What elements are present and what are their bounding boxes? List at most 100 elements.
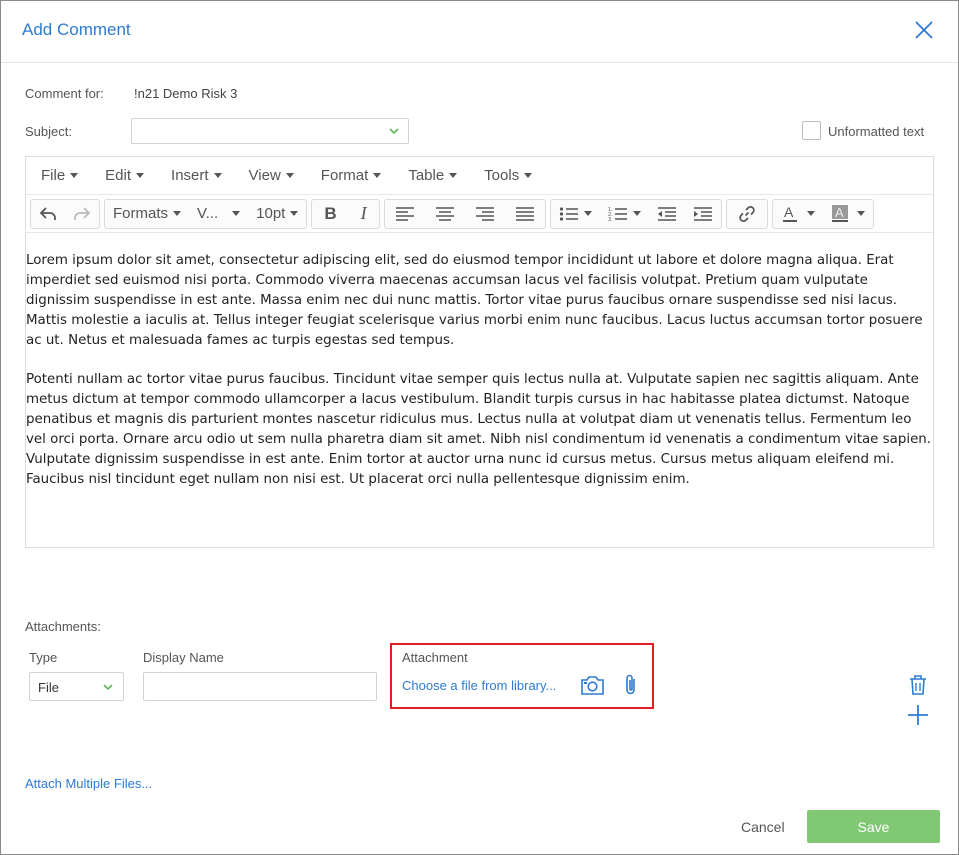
format-select-group: Formats V... 10pt <box>104 198 308 229</box>
editor-paragraph-2: Potenti nullam ac tortor vitae purus fau… <box>26 372 932 487</box>
font-size-label: 10pt <box>256 205 286 222</box>
redo-button[interactable] <box>65 200 99 228</box>
link-icon <box>738 205 755 222</box>
insert-link-button[interactable] <box>727 200 767 228</box>
camera-button[interactable] <box>580 674 605 701</box>
unformatted-text-label: Unformatted text <box>828 124 925 139</box>
caret-down-icon <box>213 173 222 178</box>
attachment-type-value: File <box>38 680 59 695</box>
attach-multiple-files-link[interactable]: Attach Multiple Files... <box>25 776 152 791</box>
text-color-button[interactable]: A <box>773 200 823 228</box>
menu-edit-label: Edit <box>105 167 132 184</box>
align-right-icon <box>475 206 494 221</box>
editor-menubar: File Edit Insert View Format Table Tools <box>26 157 933 195</box>
menu-format-label: Format <box>320 167 369 184</box>
choose-file-link[interactable]: Choose a file from library... <box>402 678 556 693</box>
redo-icon <box>74 206 91 220</box>
align-justify-button[interactable] <box>505 200 545 228</box>
color-group: A A <box>771 198 874 229</box>
align-right-button[interactable] <box>465 200 505 228</box>
align-left-button[interactable] <box>385 200 425 228</box>
add-comment-dialog: Add Comment Comment for: !n21 Demo Risk … <box>0 0 959 855</box>
save-button[interactable]: Save <box>807 810 940 843</box>
attach-file-button[interactable] <box>623 673 639 702</box>
editor-content-area[interactable]: Lorem ipsum dolor sit amet, consectetur … <box>26 233 933 490</box>
menu-view-label: View <box>248 167 281 184</box>
menu-insert[interactable]: Insert <box>171 167 222 184</box>
subject-select[interactable] <box>131 118 409 144</box>
menu-table[interactable]: Table <box>408 167 458 184</box>
svg-text:A: A <box>835 205 844 220</box>
history-group <box>30 198 100 229</box>
delete-attachment-button[interactable] <box>908 674 928 701</box>
menu-view[interactable]: View <box>249 167 294 184</box>
font-family-label: V... <box>197 205 219 222</box>
undo-button[interactable] <box>31 200 65 228</box>
add-attachment-button[interactable] <box>907 704 929 731</box>
caret-down-icon <box>373 173 382 178</box>
display-name-label: Display Name <box>143 650 224 665</box>
attachment-label: Attachment <box>402 650 468 665</box>
outdent-icon <box>657 206 676 221</box>
formats-label: Formats <box>113 205 169 222</box>
align-justify-icon <box>515 206 534 221</box>
camera-icon <box>581 676 604 695</box>
outdent-button[interactable] <box>649 200 685 228</box>
font-family-dropdown[interactable]: V... <box>189 205 248 222</box>
numbered-list-icon: 1.2.3. <box>608 207 627 222</box>
svg-text:3.: 3. <box>608 217 613 222</box>
menu-file[interactable]: File <box>41 167 79 184</box>
dialog-title: Add Comment <box>22 20 131 39</box>
close-icon <box>915 21 933 39</box>
cancel-button[interactable]: Cancel <box>741 819 785 835</box>
indent-button[interactable] <box>685 200 721 228</box>
bold-button[interactable]: B <box>312 200 348 228</box>
menu-edit[interactable]: Edit <box>105 167 145 184</box>
attachments-label: Attachments: <box>25 619 101 634</box>
svg-text:A: A <box>784 204 794 220</box>
list-group: 1. 2. 3. <box>549 198 722 229</box>
caret-down-icon <box>232 211 241 216</box>
bullet-list-button[interactable] <box>551 200 600 228</box>
comment-for-value: !n21 Demo Risk 3 <box>134 86 238 101</box>
plus-icon <box>908 705 928 725</box>
align-left-icon <box>395 206 414 221</box>
type-label: Type <box>29 650 58 665</box>
align-group <box>383 198 546 229</box>
numbered-list-button[interactable]: 1. 2. 3. <box>600 200 649 228</box>
undo-icon <box>39 206 56 220</box>
menu-table-label: Table <box>408 167 445 184</box>
background-color-button[interactable]: A <box>823 200 873 228</box>
chevron-down-icon <box>389 128 399 135</box>
align-center-button[interactable] <box>425 200 465 228</box>
menu-insert-label: Insert <box>171 167 209 184</box>
background-color-icon: A <box>831 204 848 222</box>
editor-paragraph-1: Lorem ipsum dolor sit amet, consectetur … <box>26 253 923 348</box>
text-color-icon: A <box>782 204 797 222</box>
caret-down-icon <box>524 173 533 178</box>
unformatted-text-checkbox[interactable] <box>802 121 821 140</box>
caret-down-icon <box>583 211 592 216</box>
attachment-type-select[interactable]: File <box>29 672 124 701</box>
caret-down-icon <box>290 211 299 216</box>
caret-down-icon <box>806 211 815 216</box>
caret-down-icon <box>632 211 641 216</box>
display-name-input[interactable] <box>143 672 377 701</box>
caret-down-icon <box>70 173 79 178</box>
bullet-list-icon <box>559 206 578 221</box>
caret-down-icon <box>136 173 145 178</box>
close-button[interactable] <box>912 18 936 42</box>
italic-button[interactable]: I <box>349 200 379 228</box>
rich-text-editor: File Edit Insert View Format Table Tools… <box>25 156 934 548</box>
caret-down-icon <box>173 211 182 216</box>
font-size-dropdown[interactable]: 10pt <box>248 205 306 222</box>
text-style-group: B I <box>311 198 380 229</box>
caret-down-icon <box>285 173 294 178</box>
caret-down-icon <box>449 173 458 178</box>
menu-tools[interactable]: Tools <box>484 167 533 184</box>
caret-down-icon <box>856 211 865 216</box>
chevron-down-icon <box>103 684 113 691</box>
formats-dropdown[interactable]: Formats <box>105 205 189 222</box>
menu-format[interactable]: Format <box>321 167 382 184</box>
indent-icon <box>693 206 712 221</box>
